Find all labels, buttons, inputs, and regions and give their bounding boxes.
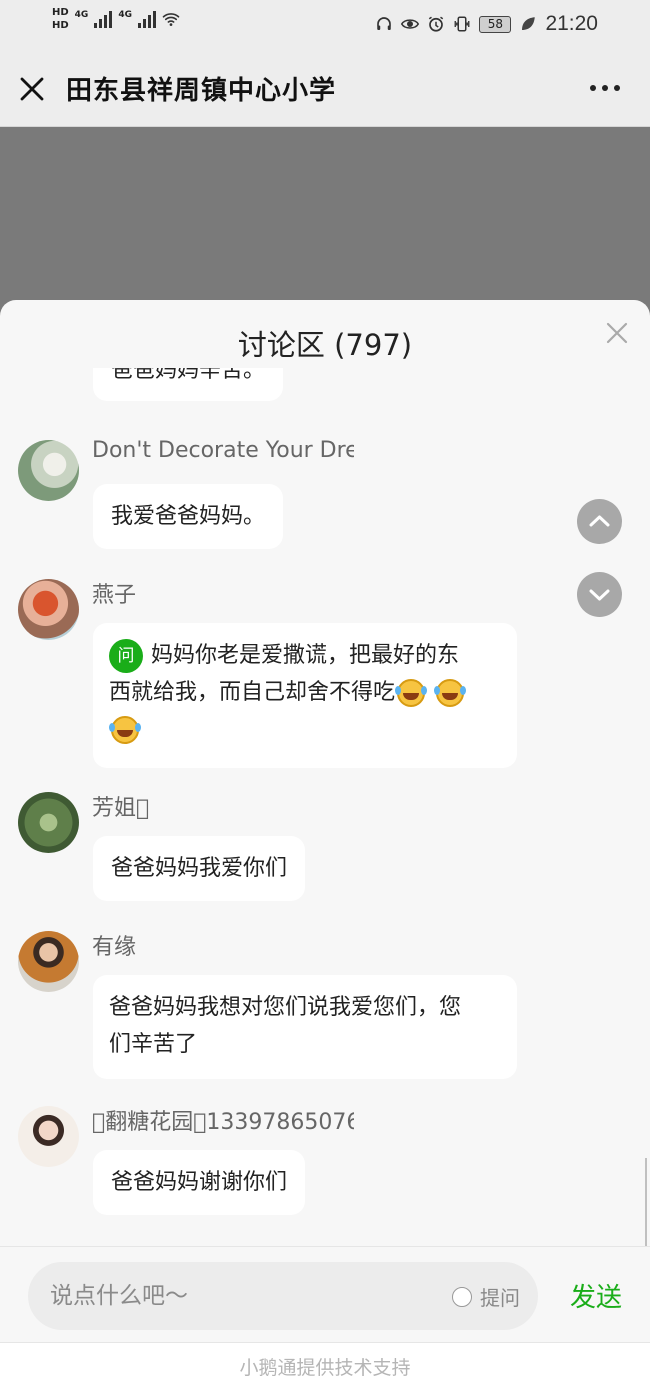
hd-label-1: HD bbox=[52, 7, 69, 18]
panel-title: 讨论区 (797) bbox=[237, 328, 413, 362]
page-title: 田东县祥周镇中心小学 bbox=[66, 76, 337, 106]
comment-bubble: 爸爸妈妈我爱你们 bbox=[93, 836, 306, 901]
discussion-panel: 讨论区 (797) 爸爸妈妈辛苦。 Don't Decorate Your Dr… bbox=[0, 300, 650, 1391]
laughing-emoji-icon bbox=[109, 716, 139, 744]
avatar[interactable] bbox=[18, 579, 79, 640]
comment-text: 爸爸妈妈我爱你们 bbox=[111, 856, 288, 881]
comment-text: 我爱爸爸妈妈。 bbox=[111, 504, 266, 529]
laughing-emoji-icon bbox=[434, 679, 465, 707]
signal-icon-2 bbox=[137, 10, 156, 28]
comment-text-line2: 们辛苦了 bbox=[109, 1032, 198, 1057]
comment-bubble: 爸爸妈妈谢谢你们 bbox=[93, 1150, 306, 1215]
comment-bubble: 问妈妈你老是爱撒谎，把最好的东 西就给我，而自己却舍不得吃 bbox=[93, 623, 517, 768]
comment-input-bar: 提问 发送 bbox=[0, 1246, 650, 1343]
battery-icon: 58 bbox=[479, 15, 512, 33]
comment-bubble: 我爱爸爸妈妈。 bbox=[93, 484, 284, 549]
comment-text-line1: 妈妈你老是爱撒谎，把最好的东 bbox=[151, 643, 460, 668]
close-icon[interactable] bbox=[18, 75, 46, 103]
scrollbar[interactable] bbox=[645, 1158, 647, 1248]
status-bar: HD HD 4G 4G 58 21:20 bbox=[0, 0, 650, 50]
avatar[interactable] bbox=[18, 931, 79, 992]
send-button[interactable]: 发送 bbox=[570, 1277, 622, 1314]
headset-icon bbox=[377, 17, 392, 30]
powered-by-footer: 小鹅通提供技术支持 bbox=[0, 1343, 650, 1391]
clock: 21:20 bbox=[545, 12, 598, 35]
wifi-icon bbox=[162, 13, 180, 26]
network-type-1: 4G bbox=[74, 10, 89, 20]
comment-text: 爸爸妈妈谢谢你们 bbox=[111, 1170, 288, 1195]
comment-text-line1: 爸爸妈妈我想对您们说我爱您们，您 bbox=[109, 995, 462, 1020]
comment-text: 爸爸妈妈辛苦。 bbox=[111, 368, 266, 383]
hd-label-2: HD bbox=[52, 20, 69, 31]
comment-text-line2: 西就给我，而自己却舍不得吃 bbox=[109, 680, 396, 705]
question-badge: 问 bbox=[109, 639, 143, 673]
navigation-bar: 田东县祥周镇中心小学 bbox=[0, 50, 650, 127]
avatar[interactable] bbox=[18, 1106, 79, 1167]
laughing-emoji-icon bbox=[395, 679, 426, 707]
avatar[interactable] bbox=[18, 440, 79, 501]
comment-author:  翻糖花园 13397865076 bbox=[92, 1110, 354, 1135]
comment-input-container: 提问 bbox=[28, 1262, 538, 1330]
scroll-down-button[interactable] bbox=[577, 572, 622, 617]
comment-author: 燕子 bbox=[92, 583, 137, 608]
ask-label: 提问 bbox=[480, 1286, 520, 1310]
comment-author: Don't Decorate Your Dream bbox=[92, 438, 354, 463]
comment-author: 芳姐  bbox=[92, 796, 150, 821]
vibrate-icon bbox=[455, 16, 470, 32]
close-panel-icon[interactable] bbox=[606, 322, 628, 344]
network-type-2: 4G bbox=[118, 10, 132, 20]
chevron-up-icon bbox=[589, 515, 610, 527]
scroll-up-button[interactable] bbox=[577, 499, 622, 544]
signal-icon bbox=[94, 10, 113, 28]
radio-icon[interactable] bbox=[452, 1286, 472, 1307]
hd-icon: HD HD bbox=[52, 6, 69, 32]
eye-icon bbox=[401, 19, 420, 29]
status-icons: 58 21:20 bbox=[375, 12, 598, 36]
more-icon[interactable] bbox=[590, 85, 620, 91]
comment-bubble: 爸爸妈妈辛苦。 bbox=[93, 368, 284, 401]
leaf-icon bbox=[522, 17, 536, 30]
avatar[interactable] bbox=[18, 792, 79, 853]
alarm-icon bbox=[429, 16, 444, 32]
comment-list[interactable]: 爸爸妈妈辛苦。 Don't Decorate Your Dream 我爱爸爸妈妈… bbox=[0, 368, 650, 1246]
comment-author: 有缘 bbox=[92, 935, 137, 960]
network-indicators: HD HD 4G 4G bbox=[52, 6, 180, 32]
chevron-down-icon bbox=[589, 589, 610, 601]
comment-bubble: 爸爸妈妈我想对您们说我爱您们，您 们辛苦了 bbox=[93, 975, 517, 1079]
ask-question-toggle[interactable]: 提问 bbox=[452, 1282, 520, 1311]
comment-input[interactable] bbox=[50, 1276, 430, 1316]
